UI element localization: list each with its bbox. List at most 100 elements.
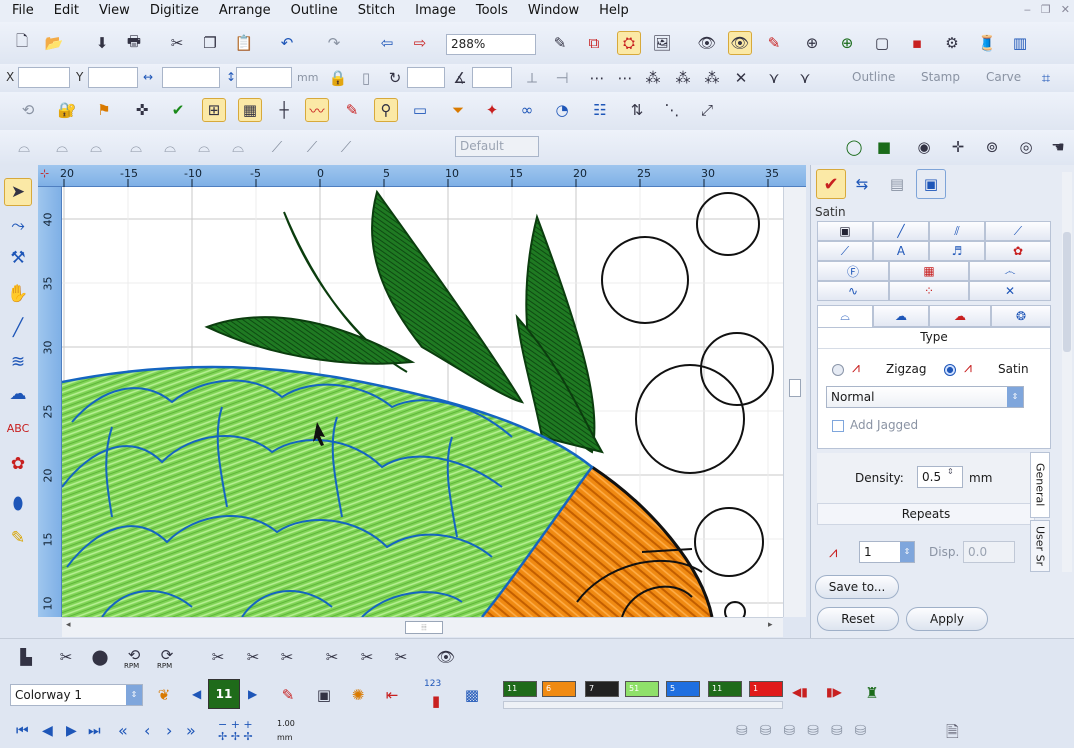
reorder-icon[interactable]: ⇅ — [625, 98, 649, 122]
status-icon-3[interactable]: ⛁ — [783, 723, 795, 739]
digitize-icon[interactable]: ⚒ — [4, 244, 32, 272]
panel-scroll-thumb[interactable] — [1063, 232, 1071, 352]
magic-icon[interactable]: ✦ — [480, 98, 504, 122]
crosshair-icon[interactable]: ⊕ — [835, 31, 859, 55]
rotate-icon[interactable]: ↻ — [383, 66, 407, 90]
swatch-scrollbar[interactable] — [503, 701, 783, 709]
horizontal-scroll-thumb[interactable]: ⦙⦙⦙ — [405, 621, 443, 634]
node-icon-5[interactable]: ⁂ — [700, 66, 724, 90]
export-icon[interactable]: ⇨ — [408, 31, 432, 55]
colorway-select[interactable]: Colorway 1 ⇕ — [10, 684, 143, 706]
restore-icon[interactable]: ❐ — [1041, 3, 1051, 16]
rings-icon[interactable]: ∞ — [515, 98, 539, 122]
node-icon-6[interactable]: ✕ — [729, 66, 753, 90]
mirror-h-icon[interactable]: ⊣ — [550, 66, 574, 90]
needle-icon[interactable]: ✎ — [340, 98, 364, 122]
save-to-button[interactable]: Save to... — [815, 575, 899, 599]
density-input[interactable]: 0.5 — [917, 466, 963, 488]
design-canvas[interactable] — [62, 187, 783, 617]
eye-stitch-icon[interactable]: 👁 — [695, 31, 719, 55]
panel-scrollbar[interactable] — [1062, 172, 1072, 572]
height-input[interactable] — [236, 67, 292, 88]
status-icon-2[interactable]: ⛁ — [760, 723, 772, 739]
node-icon-4[interactable]: ⁂ — [671, 66, 695, 90]
thread-icon[interactable]: 🧵 — [975, 31, 999, 55]
menu-view[interactable]: View — [87, 0, 138, 22]
first-stitch-icon[interactable]: ⏮ — [16, 723, 29, 739]
menu-tools[interactable]: Tools — [464, 0, 516, 22]
menu-image[interactable]: Image — [403, 0, 464, 22]
open-folder-icon[interactable]: 📂 — [42, 31, 66, 55]
hoop-view-icon[interactable]: ◉ — [912, 135, 936, 159]
travel-icon[interactable]: ⋱ — [660, 98, 684, 122]
stitch-type-motif-button[interactable]: ✿ — [985, 241, 1051, 261]
proportion-icon[interactable]: ▯ — [354, 66, 378, 90]
stitch-type-cross-button[interactable]: ✕ — [969, 281, 1051, 301]
spool-prev-icon[interactable]: ◀▮ — [792, 685, 808, 699]
sequence-icon[interactable]: ☷ — [588, 98, 612, 122]
skew-icon[interactable]: ∡ — [448, 66, 472, 90]
thread-swatch-3[interactable]: 7 — [585, 681, 619, 697]
appliqué-icon[interactable]: ✎ — [4, 524, 32, 552]
page-icon[interactable]: 🗎 — [946, 721, 959, 748]
stitch-type-wave-button[interactable]: ∿ — [817, 281, 889, 301]
select-arrow-icon[interactable]: ➤ — [4, 178, 32, 206]
grid-icon[interactable]: ⊞ — [202, 98, 226, 122]
show-design-icon[interactable]: ⛭ — [617, 31, 641, 55]
menu-arrange[interactable]: Arrange — [207, 0, 279, 22]
fill-shape-icon[interactable]: ☁ — [4, 380, 32, 408]
envelope-icon-1[interactable]: ⌓ — [12, 135, 36, 159]
node-icon-7[interactable]: ⋎ — [762, 66, 786, 90]
menu-outline[interactable]: Outline — [279, 0, 346, 22]
lock-object-icon[interactable]: 🔐 — [55, 98, 79, 122]
color-blend-icon[interactable]: ◔ — [550, 98, 574, 122]
picture-icon[interactable]: 🖼 — [650, 31, 674, 55]
tab-texture[interactable]: ❂ — [991, 305, 1051, 327]
satin-style-select[interactable]: Normal ⇕ — [826, 386, 1024, 408]
machine-icon[interactable]: ⚙ — [940, 31, 964, 55]
last-stitch-icon[interactable]: ⏭ — [88, 723, 101, 739]
cut-icon[interactable]: ✂ — [165, 31, 189, 55]
select-region-icon[interactable]: ⌗ — [1034, 66, 1058, 90]
step-back-icon[interactable]: ‹ — [144, 721, 150, 740]
new-file-icon[interactable]: 🗋 — [10, 31, 34, 55]
image-panel-icon[interactable]: ▣ — [916, 169, 946, 199]
circle-node-icon[interactable]: ◯ — [842, 135, 866, 159]
pencil-icon[interactable]: ✎ — [548, 31, 572, 55]
rewind-icon[interactable]: « — [118, 721, 128, 740]
document-icon[interactable]: ▤ — [885, 172, 909, 196]
apply-button[interactable]: Apply — [906, 607, 988, 631]
line-tool-icon[interactable]: ╱ — [4, 314, 32, 342]
select-point-icon[interactable]: ✜ — [130, 98, 154, 122]
menu-window[interactable]: Window — [516, 0, 587, 22]
next-stitch-icon[interactable]: ▶ — [66, 723, 77, 739]
eye-outline-icon[interactable]: 👁 — [728, 31, 752, 55]
vertical-scrollbar[interactable] — [783, 187, 806, 617]
square-icon[interactable]: ▢ — [870, 31, 894, 55]
eye-stop-icon[interactable]: 👁 — [434, 645, 458, 669]
add-jagged-checkbox[interactable] — [832, 420, 844, 432]
import-icon[interactable]: ⇦ — [375, 31, 399, 55]
tab-general[interactable]: General — [1030, 452, 1050, 518]
properties-check-icon[interactable]: ✔ — [816, 169, 846, 199]
carve-tab[interactable]: Carve — [986, 70, 1021, 84]
stitch-type-triple-button[interactable]: ⫽ — [929, 221, 985, 241]
group-icon[interactable]: ⚑ — [92, 98, 116, 122]
nudge-icons[interactable]: − + + ✢ ✢ ✢ — [218, 719, 253, 743]
tab-applique[interactable]: ☁ — [929, 305, 991, 327]
node-icon-1[interactable]: ⋯ — [585, 66, 609, 90]
trim-icon[interactable]: ✂ — [54, 645, 78, 669]
spool-next-icon[interactable]: ▮▶ — [826, 685, 842, 699]
status-icon-6[interactable]: ⛁ — [855, 723, 867, 739]
scroll-right-icon[interactable]: ▸ — [768, 620, 773, 630]
color-grid-icon[interactable]: ▩ — [460, 683, 484, 707]
grid-fine-icon[interactable]: ▦ — [238, 98, 262, 122]
slant-icon-2[interactable]: ⟋ — [300, 135, 324, 159]
envelope-icon-7[interactable]: ⌓ — [226, 135, 250, 159]
tab-user-styles[interactable]: User Sr — [1030, 520, 1050, 572]
envelope-icon-5[interactable]: ⌓ — [158, 135, 182, 159]
color-film-icon[interactable]: ▣ — [312, 683, 336, 707]
ellipse-icon[interactable]: ⬮ — [4, 490, 32, 518]
center-icon[interactable]: ✛ — [946, 135, 970, 159]
hoop-icon[interactable]: ⧉ — [582, 31, 606, 55]
